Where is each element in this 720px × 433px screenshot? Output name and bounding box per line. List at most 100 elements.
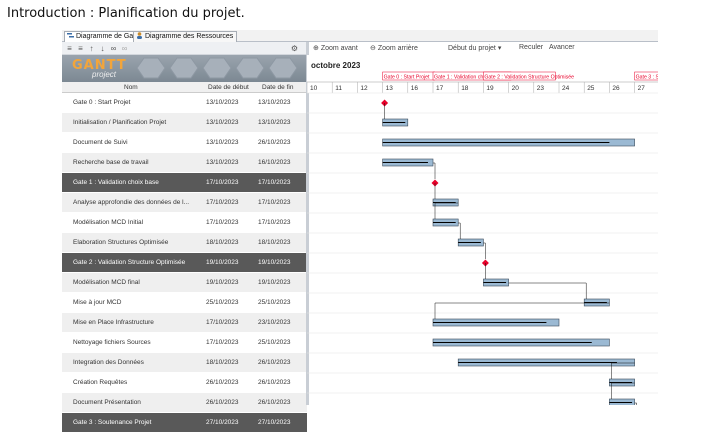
task-name: Recherche base de travail: [73, 159, 149, 166]
chart-toolbar: ⊕ Zoom avant ⊖ Zoom arrière Début du pro…: [307, 42, 658, 55]
task-row[interactable]: Gate 2 : Validation Structure Optimisée 1…: [62, 253, 307, 273]
task-row[interactable]: Modélisation MCD final 19/10/2023 19/10/20…: [62, 273, 307, 293]
day-label: 18: [461, 85, 469, 92]
tab-resources-label: Diagramme des Ressources: [145, 33, 234, 40]
task-start-date: 13/10/2023: [206, 159, 239, 166]
zoom-in-label: Zoom avant: [320, 45, 358, 52]
task-end-date: 25/10/2023: [258, 299, 291, 306]
task-end-date: 17/10/2023: [258, 179, 291, 186]
unlink-icon[interactable]: ∞: [120, 44, 129, 53]
task-name: Document de Suivi: [73, 139, 128, 146]
zoom-in-button[interactable]: ⊕ Zoom avant: [313, 44, 358, 52]
dependency-arrow: [508, 282, 587, 299]
zoom-out-button[interactable]: ⊖ Zoom arrière: [370, 44, 418, 52]
task-name: Création Requêtes: [73, 379, 128, 386]
task-start-date: 13/10/2023: [206, 119, 239, 126]
task-toolbar: ≡ ≡ ↑ ↓ ∞ ∞ ⚙: [62, 42, 307, 55]
gantt-chart-area[interactable]: octobre 2023 10 11 12 13 16 17 18 19 20 23 24 25 26 27…: [307, 55, 658, 405]
task-end-date: 13/10/2023: [258, 99, 291, 106]
task-row[interactable]: Recherche base de travail 13/10/2023 16/10…: [62, 153, 307, 173]
task-end-date: 25/10/2023: [258, 339, 291, 346]
task-end-date: 19/10/2023: [258, 279, 291, 286]
forward-button[interactable]: Avancer: [549, 44, 575, 51]
link-icon[interactable]: ∞: [109, 44, 118, 53]
task-row[interactable]: Mise en Place Infrastructure 17/10/2023 23…: [62, 313, 307, 333]
task-end-date: 26/10/2023: [258, 139, 291, 146]
back-button[interactable]: Reculer: [519, 44, 543, 51]
project-start-button[interactable]: Début du projet ▾: [448, 44, 501, 52]
task-start-date: 17/10/2023: [206, 199, 239, 206]
day-label: 19: [486, 85, 494, 92]
task-row[interactable]: Analyse approfondie des données de l... 1…: [62, 193, 307, 213]
task-start-date: 19/10/2023: [206, 259, 239, 266]
people-icon: [136, 32, 143, 39]
task-row[interactable]: Gate 1 : Validation choix base 17/10/2023…: [62, 173, 307, 193]
ganttproject-logo: GANTT project: [62, 55, 307, 82]
milestone-caption: Gate 3 : Sout: [636, 75, 658, 81]
dependency-arrow: [434, 302, 610, 319]
day-label: 17: [436, 85, 444, 92]
gantt-icon: [67, 32, 74, 39]
task-name: Gate 2 : Validation Structure Optimisée: [73, 259, 186, 266]
task-row[interactable]: Elaboration Structures Optimisée 18/10/20…: [62, 233, 307, 253]
task-name: Gate 3 : Soutenance Projet: [73, 419, 152, 426]
task-name: Gate 1 : Validation choix base: [73, 179, 159, 186]
task-name: Analyse approfondie des données de l...: [73, 199, 190, 206]
indent-icon[interactable]: ≡: [76, 44, 85, 53]
day-label: 13: [386, 85, 394, 92]
day-label: 10: [310, 85, 318, 92]
task-start-date: 18/10/2023: [206, 239, 239, 246]
column-header-start[interactable]: Date de début: [208, 84, 249, 91]
task-end-date: 26/10/2023: [258, 379, 291, 386]
tab-resources-chart[interactable]: Diagramme des Ressources: [133, 31, 238, 42]
column-header-end[interactable]: Date de fin: [262, 84, 293, 91]
task-row[interactable]: Initialisation / Planification Projet 13/…: [62, 113, 307, 133]
task-name: Modélisation MCD Initial: [73, 219, 144, 226]
day-label: 12: [360, 85, 368, 92]
day-label: 25: [587, 85, 595, 92]
task-row[interactable]: Document de Suivi 13/10/2023 26/10/2023: [62, 133, 307, 153]
day-label: 26: [612, 85, 620, 92]
column-header-name[interactable]: Nom: [124, 84, 138, 91]
task-row[interactable]: Gate 3 : Soutenance Projet 27/10/2023 27/1…: [62, 413, 307, 433]
tab-bar: Diagramme de Gantt Diagramme des Ressour…: [62, 30, 658, 42]
task-end-date: 18/10/2023: [258, 239, 291, 246]
task-end-date: 17/10/2023: [258, 219, 291, 226]
task-name: Modélisation MCD final: [73, 279, 140, 286]
task-name: Nettoyage fichiers Sources: [73, 339, 151, 346]
hex-pattern-decoration: [136, 57, 298, 79]
task-end-date: 17/10/2023: [258, 199, 291, 206]
task-row[interactable]: Integration des Données 18/10/2023 26/10/2…: [62, 353, 307, 373]
task-start-date: 17/10/2023: [206, 319, 239, 326]
gear-icon[interactable]: ⚙: [290, 44, 299, 53]
task-row[interactable]: Création Requêtes 26/10/2023 26/10/2023: [62, 373, 307, 393]
day-label: 23: [537, 85, 545, 92]
move-down-icon[interactable]: ↓: [98, 44, 107, 53]
task-start-date: 26/10/2023: [206, 379, 239, 386]
task-start-date: 13/10/2023: [206, 99, 239, 106]
task-end-date: 27/10/2023: [258, 419, 291, 426]
day-label: 24: [562, 85, 570, 92]
task-row[interactable]: Mise à jour MCD 25/10/2023 25/10/2023: [62, 293, 307, 313]
milestone-caption: Gate 2 : Validation Structure Optimisée: [484, 75, 574, 81]
task-start-date: 25/10/2023: [206, 299, 239, 306]
day-label: 27: [638, 85, 646, 92]
task-name: Initialisation / Planification Projet: [73, 119, 167, 126]
day-label: 16: [411, 85, 419, 92]
slide-title: Introduction : Planification du projet.: [7, 6, 245, 21]
task-end-date: 26/10/2023: [258, 359, 291, 366]
tab-gantt-label: Diagramme de Gantt: [76, 33, 141, 40]
task-name: Mise en Place Infrastructure: [73, 319, 154, 326]
task-row[interactable]: Modélisation MCD Initial 17/10/2023 17/10/…: [62, 213, 307, 233]
unindent-icon[interactable]: ≡: [65, 44, 74, 53]
task-row[interactable]: Nettoyage fichiers Sources 17/10/2023 25/1…: [62, 333, 307, 353]
task-name: Integration des Données: [73, 359, 144, 366]
task-end-date: 16/10/2023: [258, 159, 291, 166]
task-start-date: 17/10/2023: [206, 179, 239, 186]
day-label: 11: [335, 85, 342, 92]
task-row[interactable]: Document Présentation 26/10/2023 26/10/202…: [62, 393, 307, 413]
task-row[interactable]: Gate 0 : Start Projet 13/10/2023 13/10/202…: [62, 93, 307, 113]
move-up-icon[interactable]: ↑: [87, 44, 96, 53]
task-start-date: 17/10/2023: [206, 339, 239, 346]
logo-subtext: project: [92, 70, 117, 79]
